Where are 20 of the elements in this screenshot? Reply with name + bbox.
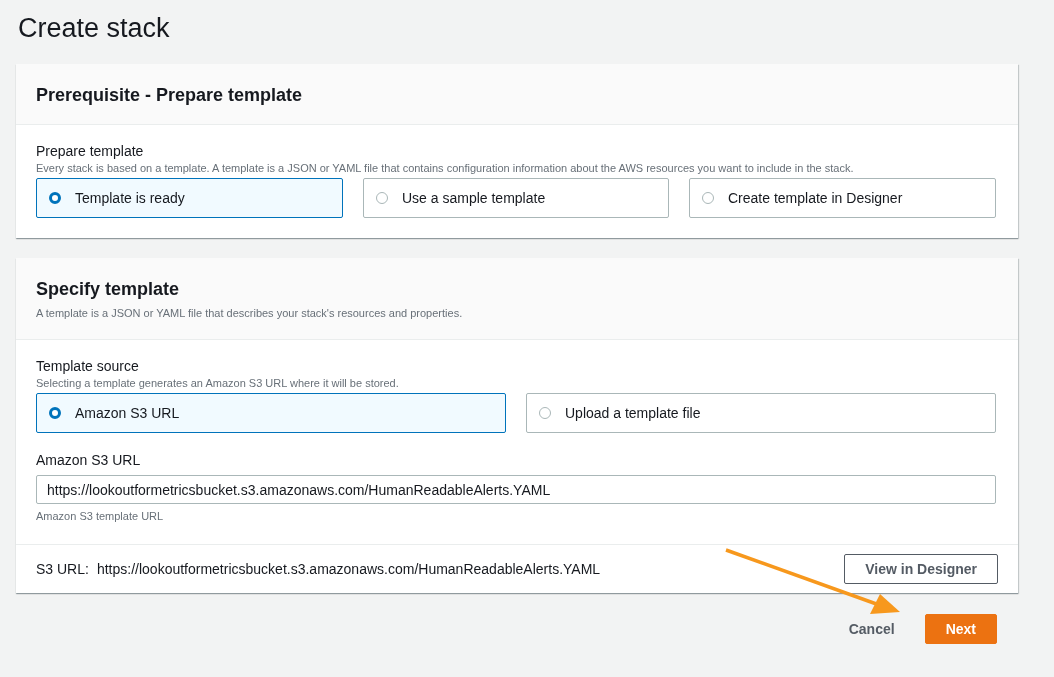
radio-tile[interactable]: Create template in Designer — [689, 178, 996, 218]
s3-url-label: S3 URL: — [36, 561, 89, 577]
field-description: Every stack is based on a template. A template is a JSON or YAML file that contains configuration information about the AWS resources you want to include in the stack. — [36, 161, 855, 176]
radio-tile[interactable]: Amazon S3 URL — [36, 393, 506, 433]
field-label: Template source — [36, 357, 140, 375]
panel-description: A template is a JSON or YAML file that describes your stack's resources and properties. — [36, 306, 464, 321]
panel-title: Specify template — [36, 278, 181, 300]
radio-tile[interactable]: Template is ready — [36, 178, 343, 218]
field-label: Prepare template — [36, 142, 145, 160]
s3-url-value: https://lookoutformetricsbucket.s3.amazonaws.com/HumanReadableAlerts.YAML — [96, 561, 601, 577]
view-in-designer-button[interactable]: View in Designer — [844, 554, 998, 584]
cancel-button[interactable]: Cancel — [838, 613, 905, 645]
field-description: Selecting a template generates an Amazon S3 URL where it will be stored. — [36, 376, 400, 391]
page-title: Create stack — [18, 12, 171, 44]
field-label: Amazon S3 URL — [36, 451, 142, 469]
radio-tile[interactable]: Upload a template file — [526, 393, 996, 433]
panel-title: Prerequisite - Prepare template — [36, 84, 304, 106]
field-hint: Amazon S3 template URL — [36, 509, 165, 524]
radio-tile[interactable]: Use a sample template — [363, 178, 669, 218]
url-input-field[interactable]: https://lookoutformetricsbucket.s3.amazonaws.com/HumanReadableAlerts.YAML — [36, 475, 996, 504]
